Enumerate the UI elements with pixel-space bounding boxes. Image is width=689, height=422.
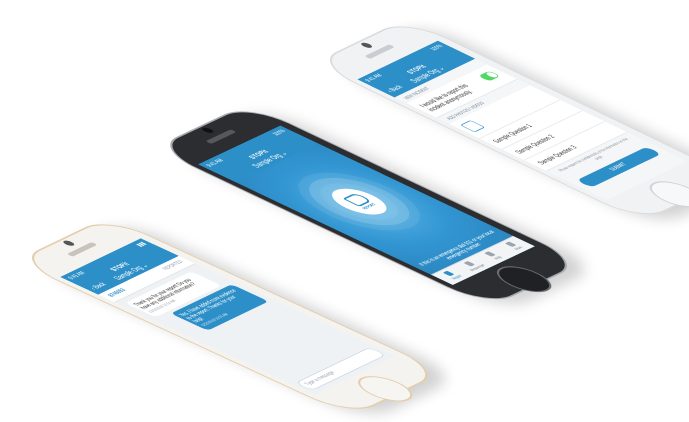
more-tab-icon (504, 241, 517, 248)
messenger-tab-icon (463, 260, 476, 267)
report-tab-icon (442, 270, 455, 277)
phone-right-screen: 9:41 AM 100% ‹ Back STOPit Sample Org ⌄ … (357, 40, 688, 201)
phone-left-screen: 9:41 AM ▮▮▮ ‹ Back STOPit Sample Org ⌄ 8… (60, 238, 396, 395)
signal-icon: ▮▮▮ (135, 241, 149, 248)
camera-icon[interactable] (460, 120, 486, 133)
phone-center-screen: 9:41 AM 100% STOPit Sample Org ⌄ REPORT … (198, 125, 535, 286)
anonymous-toggle[interactable] (477, 70, 501, 82)
incident-id: 8745053 (107, 287, 128, 298)
phones-scene: 9:41 AM 100% ‹ Back STOPit Sample Org ⌄ … (0, 0, 689, 419)
help-tab-icon (483, 251, 496, 257)
